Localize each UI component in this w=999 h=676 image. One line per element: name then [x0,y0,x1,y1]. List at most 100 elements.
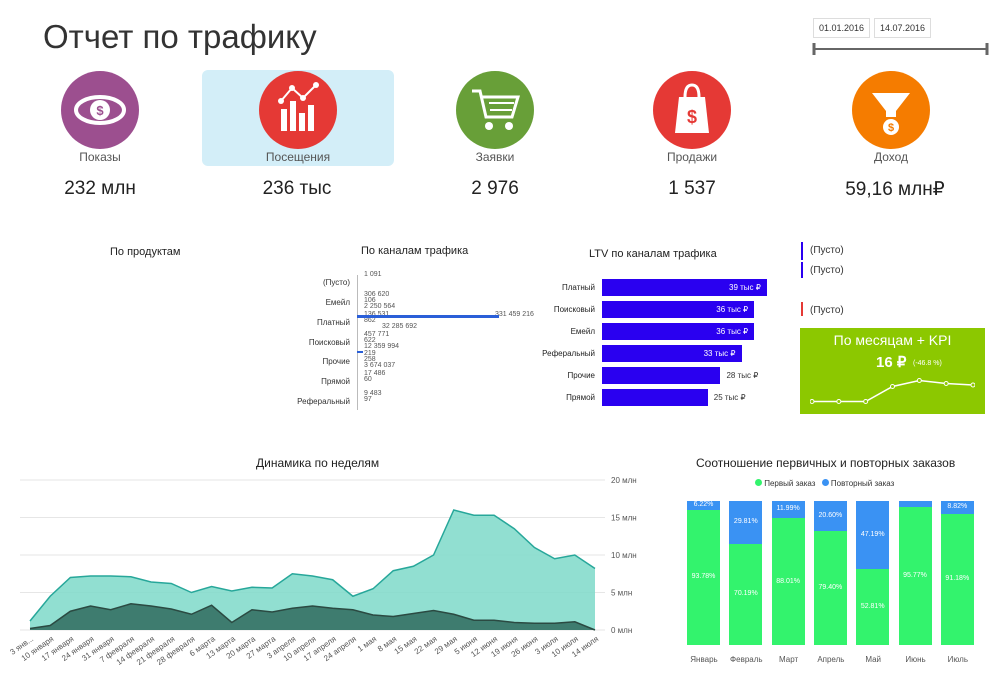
channel-category-label: Прямой [321,377,350,386]
orders-legend: Первый заказ Повторный заказ [755,479,894,488]
sparkline-point [916,378,922,383]
legend-dot-repeat [821,479,829,486]
bar-label-first: 52.81% [860,602,885,610]
sparkline-point [943,381,949,386]
month-label: Май [865,655,882,664]
svg-text:$: $ [888,122,894,134]
kpi-box-value: 16 ₽ [876,354,907,371]
date-end-input[interactable]: 14.07.2016 [874,18,932,38]
bar-label-first: 95.77% [903,572,927,580]
y-tick-label: 10 млн [611,551,637,560]
kpi-sparkline [810,378,975,404]
sparkline-point [810,399,815,404]
y-tick-label: 20 млн [611,476,637,485]
channel-data-label: 1 091 [364,271,382,278]
channel-category-label: Реферальный [297,397,350,406]
eye-money-icon: $ [61,71,139,149]
sparkline-point [863,399,869,404]
bar-label-repeat: 20.60% [818,511,843,519]
kpi-label: Показы [79,150,121,164]
ltv-value-label: 36 тыс ₽ [716,305,749,314]
weekly-title: Динамика по неделям [256,456,380,470]
channel-data-label: 862 [364,317,376,324]
ltv-bar [602,389,708,406]
orders-title: Соотношение первичных и повторных заказо… [696,456,956,470]
legend-repeat-label: Повторный заказ [830,479,895,488]
ltv-title: LTV по каналам трафика [589,248,717,260]
month-label: Февраль [730,655,763,664]
channel-bar [357,315,499,318]
kpi-label: Заявки [475,150,515,164]
kpi-value: 2 976 [471,178,519,199]
legend-label: (Пусто) [810,245,844,256]
channel-category-label: Прочие [322,357,350,366]
sparkline-line [812,379,974,403]
bar-chart-icon [259,71,337,149]
svg-text:$: $ [687,107,697,127]
channel-category-label: Емейл [325,298,350,307]
channels-title: По каналам трафика [361,245,469,257]
legend-dot-first [755,479,762,486]
sparkline-point [890,384,895,389]
bar-label-repeat: 47.19% [860,530,885,538]
channel-category-label: Платный [317,318,350,327]
legend-label: (Пусто) [810,265,844,276]
channel-data-label: 97 [364,396,372,403]
month-label: Январь [690,655,718,664]
kpi-value: 1 537 [668,178,716,199]
date-start-input[interactable]: 01.01.2016 [813,18,871,38]
funnel-icon: $ [852,71,930,149]
legend-marker [801,302,803,316]
channel-category-label: Поисковый [308,338,350,347]
kpi-label: Доход [873,150,909,164]
bar-label-repeat: 6.22% [693,501,714,509]
channel-category-label: (Пусто) [322,278,350,287]
channel-data-label: 12 359 994 [364,343,400,350]
ltv-value-label: 39 тыс ₽ [729,283,761,292]
date-range-slider[interactable] [812,42,990,56]
ltv-value-label: 36 тыс ₽ [716,327,749,336]
kpi-value: 232 млн [64,178,136,199]
bar-label-first: 91.18% [945,575,970,583]
legend-first-label: Первый заказ [764,479,816,488]
x-tick-label: 1 мая [356,634,378,653]
y-tick-label: 5 млн [611,589,632,598]
channel-data-label: 2 250 564 [364,303,396,310]
ltv-category-label: Прямой [566,393,595,402]
ltv-category-label: Прочие [567,371,595,380]
month-label: Апрель [817,655,845,664]
sparkline-point [970,382,975,388]
legend-marker [801,242,803,260]
page-title: Отчет по трафику [43,18,317,55]
legend-marker [801,262,803,278]
monthly-kpi-card[interactable]: По месяцам + KPI 16 ₽ (-46.8 %) [800,328,985,414]
channel-data-label: 3 674 037 [364,362,396,369]
month-label: Июнь [905,655,926,664]
channel-bar [357,351,363,353]
ltv-category-label: Платный [562,283,595,292]
bag-icon: $ [653,71,731,149]
channel-axis [357,275,358,410]
bar-label-first: 93.78% [691,573,716,581]
channel-data-label: 60 [364,376,372,383]
kpi-box-title: По месяцам + KPI [833,332,952,348]
y-tick-label: 15 млн [611,514,637,523]
ltv-category-label: Реферальный [542,349,595,358]
ltv-category-label: Емейл [570,327,595,336]
channel-data-label: 32 285 692 [382,323,418,330]
cart-icon [456,71,534,149]
legend-label: (Пусто) [810,305,844,316]
sparkline-point [836,399,842,404]
bar-label-repeat: 29.81% [733,518,758,526]
kpi-value: 59,16 млн₽ [845,179,945,200]
y-tick-label: 0 млн [611,626,632,635]
ltv-value-label: 28 тыс ₽ [726,371,759,380]
kpi-box-delta: (-46.8 %) [913,360,942,367]
kpi-label: Продажи [666,150,718,164]
bar-label-repeat: 11.99% [776,505,800,512]
bar-label-repeat: 8.82% [947,503,968,511]
bar-label-first: 70.19% [733,590,758,598]
month-label: Июль [947,655,968,664]
bar-label-first: 88.01% [776,577,800,585]
month-label: Март [779,655,799,664]
